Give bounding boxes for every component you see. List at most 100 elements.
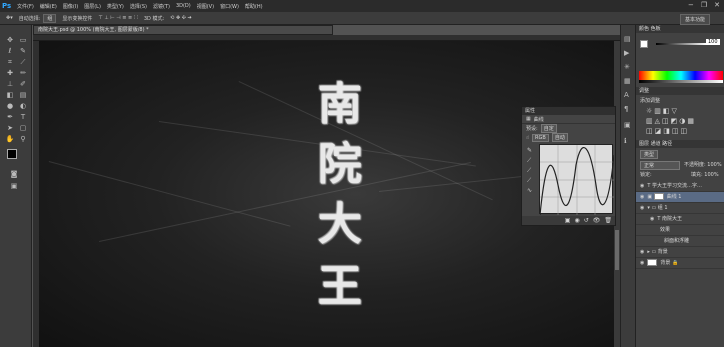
menu-image[interactable]: 图像(I) [63, 3, 78, 10]
character-icon[interactable]: A [624, 91, 629, 99]
menu-view[interactable]: 视图(V) [197, 3, 214, 10]
eye-icon[interactable]: ◉ [640, 183, 644, 189]
type-icon[interactable]: T [17, 112, 29, 122]
zoom-icon[interactable]: ⚲ [17, 134, 29, 144]
eye-icon[interactable]: ◉ [640, 205, 644, 211]
effect-row[interactable]: 斜面和浮雕 [636, 236, 724, 247]
eye-icon[interactable]: ◉ [640, 249, 644, 255]
auto-button[interactable]: 自动 [551, 133, 568, 142]
workspace-dropdown[interactable]: 基本功能 [679, 14, 710, 25]
info-icon[interactable]: ℹ [624, 137, 627, 145]
effect-row[interactable]: 效果 [636, 225, 724, 236]
3d-mode-icons[interactable]: ⟲ ✥ ✣ ➔ [170, 15, 192, 21]
history-icon[interactable]: ▤ [624, 35, 631, 43]
menu-help[interactable]: 帮助(H) [245, 3, 263, 10]
adjustment-icons-row2[interactable]: ▥◬◫◩◑▦ [646, 117, 696, 125]
layer-row[interactable]: ◉ ▸ ▭ 背景 [636, 247, 724, 258]
heal-icon[interactable]: ✚ [4, 68, 16, 78]
scrollbar-thumb[interactable] [615, 230, 619, 270]
menu-select[interactable]: 选择(S) [130, 3, 147, 10]
maximize-icon[interactable]: ❐ [701, 1, 707, 9]
layer-row[interactable]: ◉ T 学大王学习交流…字… [636, 181, 724, 192]
path-select-icon[interactable]: ➤ [4, 123, 16, 133]
move-icon[interactable]: ✥ [4, 35, 16, 45]
menu-file[interactable]: 文件(F) [17, 3, 34, 10]
eyedropper-gray-icon[interactable]: ⟋ [527, 167, 531, 175]
eyedropper-black-icon[interactable]: ⟋ [527, 157, 531, 165]
eye-icon[interactable]: 👁 [593, 217, 601, 224]
pencil-icon[interactable]: ✎ [527, 147, 532, 154]
minimize-icon[interactable]: − [688, 1, 694, 9]
marquee-icon[interactable]: ▭ [17, 35, 29, 45]
color-fg-swatch[interactable] [640, 40, 648, 48]
reset-icon[interactable]: ↺ [584, 217, 589, 224]
menu-layer[interactable]: 图层(L) [84, 3, 101, 10]
menu-filter[interactable]: 滤镜(T) [153, 3, 170, 10]
auto-select-checkbox[interactable]: 自动选择: [19, 15, 41, 22]
dodge-icon[interactable]: ◐ [17, 101, 29, 111]
clip-icon[interactable]: ▣ [565, 217, 571, 224]
move-tool-icon[interactable]: ✥▾ [6, 15, 13, 21]
actions-icon[interactable]: ▶ [624, 49, 629, 57]
blend-mode-dropdown[interactable]: 正常 [640, 161, 680, 170]
brush-preset-icon[interactable]: ✳ [624, 63, 630, 71]
eyedropper-white-icon[interactable]: ⟋ [527, 177, 531, 185]
layer-row[interactable]: ◉ 背景 🔒 [636, 258, 724, 269]
auto-select-dropdown[interactable]: 组 [43, 13, 57, 23]
eye-icon[interactable]: ◉ [640, 260, 644, 266]
channel-dropdown[interactable]: RGB [532, 133, 549, 142]
quick-mask-icon[interactable]: ◙ [8, 169, 20, 179]
properties-title[interactable]: 属性 [522, 107, 615, 115]
layers-tabs[interactable]: 图层 通道 路径 [636, 140, 724, 148]
menu-type[interactable]: 类型(Y) [107, 3, 124, 10]
color-value-field[interactable]: 100 [706, 39, 720, 45]
layer-row[interactable]: ◉ T 南院大王 [636, 214, 724, 225]
foreground-color-swatch[interactable] [7, 149, 17, 159]
opacity-field[interactable]: 不透明度: 100% [684, 161, 722, 168]
grayscale-ramp[interactable] [639, 80, 723, 83]
shape-icon[interactable]: ▢ [17, 123, 29, 133]
eye-icon[interactable]: ◉ [650, 216, 654, 222]
brightness-slider[interactable] [656, 43, 706, 45]
history-brush-icon[interactable]: ✐ [17, 79, 29, 89]
adjustments-tab[interactable]: 调整 [636, 87, 724, 95]
eyedropper-icon[interactable]: ⟋ [17, 57, 29, 67]
adjustment-icons-row1[interactable]: ☼▥◧▽ [646, 107, 679, 115]
align-icons[interactable]: ⊤ ⊥ ⊢ ⊣ ≡ ≡ ⫶ ⫶ [98, 15, 137, 21]
close-icon[interactable]: ✕ [714, 1, 720, 9]
curves-graph[interactable] [539, 144, 615, 216]
preset-dropdown[interactable]: 自定 [540, 124, 557, 133]
screen-mode-icon[interactable]: ▣ [8, 181, 20, 191]
hand-icon[interactable]: ✋ [4, 134, 16, 144]
paragraph-icon[interactable]: ¶ [624, 105, 628, 113]
color-spectrum[interactable] [639, 71, 723, 80]
layer-row-selected[interactable]: ◉ ▣ 曲线 1 [636, 192, 724, 203]
brush-icon[interactable]: ✏ [17, 68, 29, 78]
document-tab[interactable]: 南院大王.psd @ 100% (南院大王, 图层蒙版/8) * [33, 25, 333, 35]
layer-row[interactable]: ◉ ▾ ▭ 组 1 [636, 203, 724, 214]
quick-select-icon[interactable]: ✎ [17, 46, 29, 56]
color-panel-tab[interactable]: 颜色 色板 [636, 25, 724, 33]
visibility-icon[interactable]: ◉ [574, 217, 579, 224]
fill-field[interactable]: 填充: 100% [691, 171, 719, 178]
eraser-icon[interactable]: ◧ [4, 90, 16, 100]
adjustment-icons-row3[interactable]: ◫◪◨◫◫ [646, 127, 689, 135]
blur-icon[interactable]: ● [4, 101, 16, 111]
menu-3d[interactable]: 3D(D) [176, 3, 191, 9]
layer-filter-dropdown[interactable]: 类型 [640, 150, 659, 159]
show-transform-checkbox[interactable]: 显示变换控件 [62, 15, 92, 22]
lasso-icon[interactable]: ℓ [4, 46, 16, 56]
lock-icon: 🔒 [671, 260, 679, 266]
properties-icon[interactable]: ▣ [624, 121, 631, 129]
gradient-icon[interactable]: ▤ [17, 90, 29, 100]
trash-icon[interactable]: 🗑 [604, 217, 612, 224]
stamp-icon[interactable]: ⊥ [4, 79, 16, 89]
swatches-icon[interactable]: ▦ [624, 77, 631, 85]
pen-icon[interactable]: ✒ [4, 112, 16, 122]
menu-edit[interactable]: 编辑(E) [40, 3, 57, 10]
hand-icon[interactable]: ☝ [526, 135, 529, 141]
crop-icon[interactable]: ⌗ [4, 57, 16, 67]
smooth-icon[interactable]: ∿ [527, 187, 532, 194]
eye-icon[interactable]: ◉ [640, 194, 644, 200]
menu-window[interactable]: 窗口(W) [220, 3, 239, 10]
